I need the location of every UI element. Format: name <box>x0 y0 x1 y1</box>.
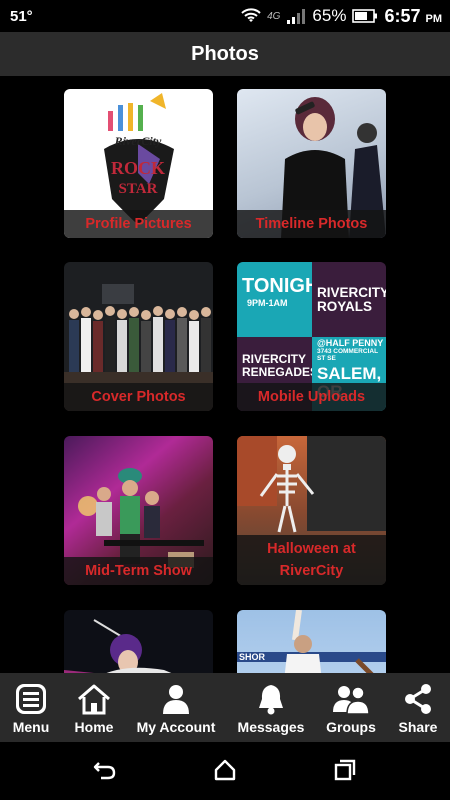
recents-icon[interactable] <box>334 759 356 781</box>
svg-text:SHOR: SHOR <box>239 652 266 662</box>
nav-my-account[interactable]: My Account <box>132 673 220 742</box>
clock: 6:57 PM <box>384 5 442 26</box>
bottom-nav: Menu Home My Account Messages Groups Sha… <box>0 673 450 742</box>
album-mobile-uploads[interactable]: TONIGHT 9PM-1AM RIVERCITY ROYALS RIVERCI… <box>237 262 386 411</box>
svg-text:STAR: STAR <box>119 181 158 197</box>
album-tile[interactable]: SHOR <box>237 610 386 673</box>
back-icon[interactable] <box>93 759 117 781</box>
home-icon <box>78 684 110 715</box>
album-mid-term-show[interactable]: Mid-Term Show <box>64 436 213 585</box>
album-cover-image <box>64 610 213 673</box>
nav-share[interactable]: Share <box>393 673 443 742</box>
wifi-icon <box>241 8 261 22</box>
album-tile[interactable] <box>64 610 213 673</box>
album-halloween-at-rivercity[interactable]: Halloween at RiverCity <box>237 436 386 585</box>
nav-label: Messages <box>237 719 305 735</box>
bell-icon <box>259 685 283 715</box>
album-grid[interactable]: RiverCity ROCK STAR Profile Pictures Tim… <box>0 76 450 673</box>
album-label: Timeline Photos <box>237 210 386 238</box>
album-timeline-photos[interactable]: Timeline Photos <box>237 89 386 238</box>
svg-text:ROCK: ROCK <box>111 158 165 178</box>
header: Photos <box>0 32 450 76</box>
page-title: Photos <box>191 42 259 65</box>
nav-home[interactable]: Home <box>64 673 124 742</box>
album-profile-pictures[interactable]: RiverCity ROCK STAR Profile Pictures <box>64 89 213 238</box>
network-type: 4G <box>267 10 281 22</box>
nav-label: Share <box>398 719 438 735</box>
nav-label: Home <box>74 719 114 735</box>
share-icon <box>405 684 431 714</box>
nav-label: My Account <box>136 719 216 735</box>
status-bar: 51° 4G 65% 6:57 PM <box>0 0 450 32</box>
nav-label: Menu <box>12 719 50 735</box>
battery-percent: 65% <box>312 6 347 25</box>
user-icon <box>163 685 189 714</box>
nav-messages[interactable]: Messages <box>234 673 308 742</box>
system-nav-bar <box>0 742 450 800</box>
signal-icon <box>287 9 306 24</box>
album-label: Profile Pictures <box>64 210 213 238</box>
album-label: Halloween at RiverCity <box>237 535 386 585</box>
status-icons: 4G 65% 6:57 PM <box>241 6 442 27</box>
album-label: Cover Photos <box>64 383 213 411</box>
battery-icon <box>352 9 378 23</box>
nav-groups[interactable]: Groups <box>322 673 380 742</box>
group-icon <box>333 686 370 715</box>
album-label: Mobile Uploads <box>237 383 386 411</box>
nav-menu[interactable]: Menu <box>0 673 62 742</box>
album-cover-photos[interactable]: Cover Photos <box>64 262 213 411</box>
album-label: Mid-Term Show <box>64 557 213 585</box>
album-cover-image: SHOR <box>237 610 386 673</box>
home-outline-icon[interactable] <box>214 759 236 781</box>
temperature: 51° <box>10 7 33 25</box>
menu-icon <box>16 684 46 714</box>
svg-text:RiverCity: RiverCity <box>114 134 162 148</box>
nav-label: Groups <box>326 719 376 735</box>
